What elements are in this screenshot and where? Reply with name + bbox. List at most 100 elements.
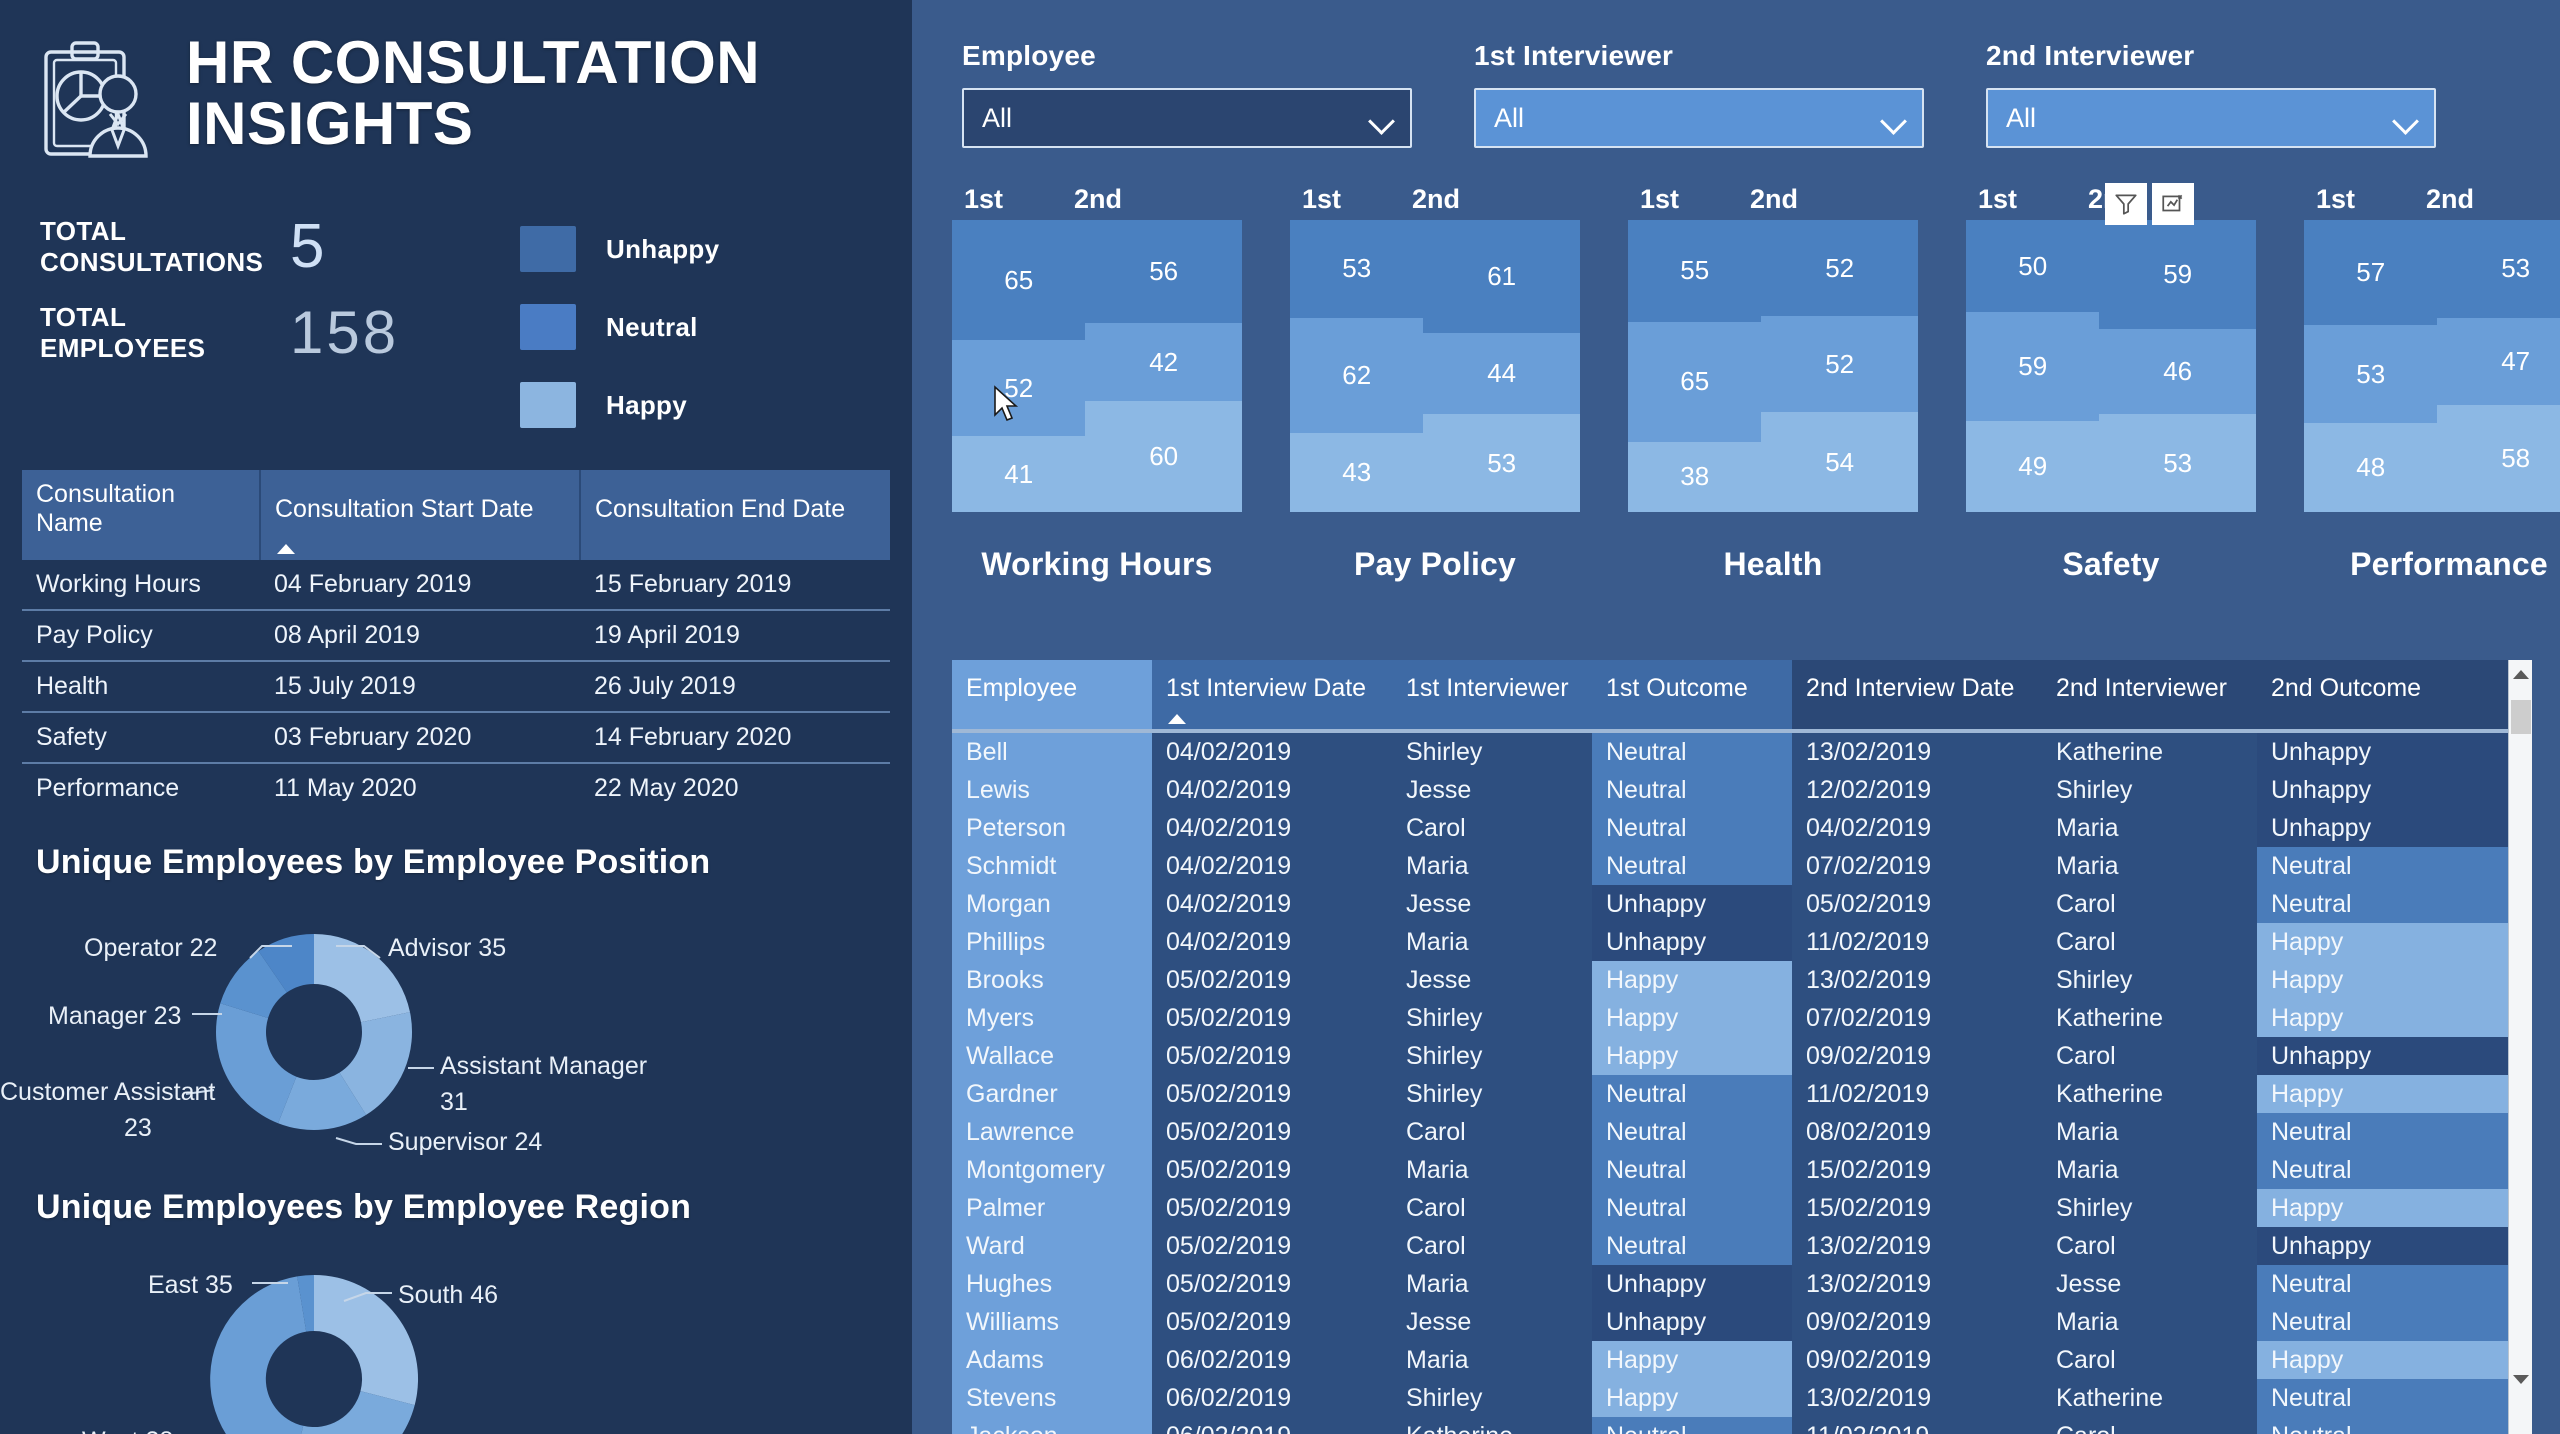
treemap-tile[interactable]: 59 bbox=[1966, 312, 2100, 422]
grid-row[interactable]: Brooks 05/02/2019 Jesse Happy 13/02/2019 Shir… bbox=[952, 961, 2508, 999]
grid-cell: 07/02/2019 bbox=[1792, 999, 2042, 1037]
grid-cell-1st-outcome: Neutral bbox=[1592, 731, 1792, 771]
consultation-cell: Performance bbox=[36, 774, 180, 802]
grid-col-1st-date[interactable]: 1st Interview Date bbox=[1152, 660, 1392, 733]
grid-col-2nd-interviewer[interactable]: 2nd Interviewer bbox=[2042, 660, 2257, 733]
grid-row[interactable]: Montgomery 05/02/2019 Maria Neutral 15/02/20… bbox=[952, 1151, 2508, 1189]
grid-cell-2nd-outcome: Unhappy bbox=[2257, 771, 2508, 809]
grid-row[interactable]: Adams 06/02/2019 Maria Happy 09/02/2019 Carol… bbox=[952, 1341, 2508, 1379]
treemap-tile[interactable]: 52 bbox=[1761, 316, 1918, 413]
grid-row[interactable]: Morgan 04/02/2019 Jesse Unhappy 05/02/2019 Ca… bbox=[952, 885, 2508, 923]
consultation-col-start[interactable]: Consultation Start Date bbox=[260, 470, 581, 560]
grid-col-2nd-date[interactable]: 2nd Interview Date bbox=[1792, 660, 2042, 733]
grid-col-1st-interviewer[interactable]: 1st Interviewer bbox=[1392, 660, 1592, 733]
legend-item-unhappy[interactable]: Unhappy bbox=[520, 210, 719, 288]
grid-cell: 15/02/2019 bbox=[1792, 1151, 2042, 1189]
consultation-col-name[interactable]: Consultation Name bbox=[22, 470, 261, 560]
consultation-row[interactable]: Pay Policy 08 April 2019 19 April 2019 bbox=[22, 610, 890, 662]
grid-cell: Shirley bbox=[1392, 1075, 1592, 1113]
treemap-tile[interactable]: 43 bbox=[1290, 432, 1424, 512]
legend-item-happy[interactable]: Happy bbox=[520, 366, 719, 444]
grid-row[interactable]: Phillips 04/02/2019 Maria Unhappy 11/02/2019… bbox=[952, 923, 2508, 961]
treemap-health[interactable]: 1st 2nd 55 65 38 52 52 54 Health bbox=[1628, 178, 1918, 583]
treemap-title: Working Hours bbox=[981, 546, 1213, 582]
filter-first-interviewer: 1st Interviewer All bbox=[1474, 40, 1924, 148]
grid-scrollbar[interactable] bbox=[2508, 660, 2532, 1434]
treemap-working-hours[interactable]: 1st 2nd 65 52 41 56 42 60 Working Hours bbox=[952, 178, 1242, 583]
treemap-tile[interactable]: 41 bbox=[952, 436, 1086, 512]
donut-label-west: West 38 bbox=[82, 1427, 173, 1434]
grid-cell-2nd-outcome: Unhappy bbox=[2257, 1037, 2508, 1075]
grid-row[interactable]: Wallace 05/02/2019 Shirley Happy 09/02/2019 C… bbox=[952, 1037, 2508, 1075]
grid-col-2nd-outcome[interactable]: 2nd Outcome bbox=[2257, 660, 2508, 733]
region-donut-chart[interactable]: East 35 South 46 West 38 North 39 bbox=[36, 1227, 906, 1434]
treemap-tile[interactable]: 54 bbox=[1761, 412, 1918, 512]
consultation-row[interactable]: Safety 03 February 2020 14 February 2020 bbox=[22, 712, 890, 764]
legend-item-neutral[interactable]: Neutral bbox=[520, 288, 719, 366]
grid-row[interactable]: Jackson06/02/2019KatherineNeutral11/02/2… bbox=[952, 1417, 2508, 1434]
grid-row[interactable]: Schmidt 04/02/2019 Maria Neutral 07/02/2019 M… bbox=[952, 847, 2508, 885]
treemap-tile[interactable]: 47 bbox=[2437, 317, 2560, 405]
grid-row[interactable]: Bell 04/02/2019 Shirley Neutral 13/02/2019 Ka… bbox=[952, 731, 2508, 771]
treemap-tile[interactable]: 55 bbox=[1628, 220, 1762, 322]
employee-dropdown[interactable]: All bbox=[962, 88, 1412, 148]
grid-row[interactable]: Peterson 04/02/2019 Carol Neutral 04/02/2019… bbox=[952, 809, 2508, 847]
grid-row[interactable]: Ward 05/02/2019 Carol Neutral 13/02/2019 Caro… bbox=[952, 1227, 2508, 1265]
grid-cell: Carol bbox=[2042, 923, 2257, 961]
grid-row[interactable]: Williams 05/02/2019 Jesse Unhappy 09/02/2019… bbox=[952, 1303, 2508, 1341]
treemap-tile[interactable]: 53 bbox=[2304, 325, 2438, 424]
treemap-tile[interactable]: 65 bbox=[1628, 321, 1762, 442]
treemap-tile[interactable]: 44 bbox=[1423, 332, 1580, 415]
focus-mode-icon[interactable] bbox=[2152, 183, 2194, 225]
consultation-row[interactable]: Health 15 July 2019 26 July 2019 bbox=[22, 661, 890, 713]
treemap-tile[interactable]: 60 bbox=[1085, 401, 1242, 512]
grid-row[interactable]: Gardner 05/02/2019 Shirley Neutral 11/02/201… bbox=[952, 1075, 2508, 1113]
treemap-tile[interactable]: 50 bbox=[1966, 220, 2100, 313]
page-title: HR CONSULTATION INSIGHTS bbox=[186, 29, 761, 158]
consultation-col-end[interactable]: Consultation End Date bbox=[580, 470, 890, 560]
grid-cell: Katherine bbox=[1392, 1417, 1592, 1434]
treemap-tile[interactable]: 38 bbox=[1628, 441, 1762, 512]
treemap-pay-policy[interactable]: 1st 2nd 53 62 43 61 44 53 Pay Policy bbox=[1290, 178, 1580, 583]
treemap-tile[interactable]: 53 bbox=[1423, 414, 1580, 512]
treemap-tile[interactable]: 56 bbox=[1085, 220, 1242, 324]
treemap-tile[interactable]: 53 bbox=[2437, 220, 2560, 318]
kpi-label: TOTAL EMPLOYEES bbox=[40, 302, 206, 363]
position-donut-chart[interactable]: Advisor 35 Operator 22 Manager 23 Custom… bbox=[0, 882, 906, 1172]
treemap-tile[interactable]: 49 bbox=[1966, 421, 2100, 512]
grid-col-1st-outcome[interactable]: 1st Outcome bbox=[1592, 660, 1792, 733]
dashboard-root: HR CONSULTATION INSIGHTS TOTAL CONSULTAT… bbox=[0, 0, 2560, 1434]
treemap-tile[interactable]: 46 bbox=[2099, 329, 2256, 415]
consultation-row[interactable]: Working Hours 04 February 2019 15 February… bbox=[22, 560, 890, 611]
consultation-table: Consultation Name Consultation Start Dat… bbox=[22, 470, 890, 813]
treemap-tile[interactable]: 62 bbox=[1290, 317, 1424, 433]
grid-col-employee[interactable]: Employee bbox=[952, 660, 1152, 733]
treemap-tile[interactable]: 59 bbox=[2099, 220, 2256, 330]
first-interviewer-dropdown-value: All bbox=[1494, 102, 1525, 133]
grid-row[interactable]: Myers 05/02/2019 Shirley Happy 07/02/2019 Kat… bbox=[952, 999, 2508, 1037]
treemap-tile[interactable]: 65 bbox=[952, 220, 1086, 341]
scroll-down-icon[interactable] bbox=[2512, 1375, 2529, 1384]
second-interviewer-dropdown[interactable]: All bbox=[1986, 88, 2436, 148]
treemap-performance[interactable]: 1st 2nd 57 53 48 53 47 58 Performance bbox=[2304, 178, 2560, 583]
grid-row[interactable]: Stevens 06/02/2019 Shirley Happy 13/02/2019 K… bbox=[952, 1379, 2508, 1417]
scrollbar-thumb[interactable] bbox=[2511, 700, 2531, 734]
grid-row[interactable]: Lawrence 05/02/2019 Carol Neutral 08/02/2019… bbox=[952, 1113, 2508, 1151]
treemap-tile[interactable]: 42 bbox=[1085, 323, 1242, 402]
treemap-tile[interactable]: 57 bbox=[2304, 220, 2438, 326]
treemap-safety[interactable]: 1st2nd505949594653Safety bbox=[1966, 178, 2256, 583]
scroll-up-icon[interactable] bbox=[2512, 670, 2529, 679]
grid-row[interactable]: Palmer 05/02/2019 Carol Neutral 15/02/2019 Sh… bbox=[952, 1189, 2508, 1227]
treemap-tile[interactable]: 61 bbox=[1423, 220, 1580, 333]
treemap-tile[interactable]: 53 bbox=[1290, 220, 1424, 318]
treemap-tile[interactable]: 52 bbox=[1761, 220, 1918, 317]
grid-row[interactable]: Hughes 05/02/2019 Maria Unhappy 13/02/2019 Je… bbox=[952, 1265, 2508, 1303]
first-interviewer-dropdown[interactable]: All bbox=[1474, 88, 1924, 148]
filter-icon[interactable] bbox=[2105, 183, 2147, 225]
treemap-tile[interactable]: 53 bbox=[2099, 414, 2256, 512]
interview-grid[interactable]: Employee 1st Interview Date 1st Intervie… bbox=[952, 660, 2532, 1434]
treemap-tile[interactable]: 48 bbox=[2304, 423, 2438, 512]
grid-row[interactable]: Lewis 04/02/2019 Jesse Neutral 12/02/2019 Shi… bbox=[952, 771, 2508, 809]
consultation-row[interactable]: Performance 11 May 2020 22 May 2020 bbox=[22, 763, 890, 813]
treemap-tile[interactable]: 58 bbox=[2437, 404, 2560, 512]
